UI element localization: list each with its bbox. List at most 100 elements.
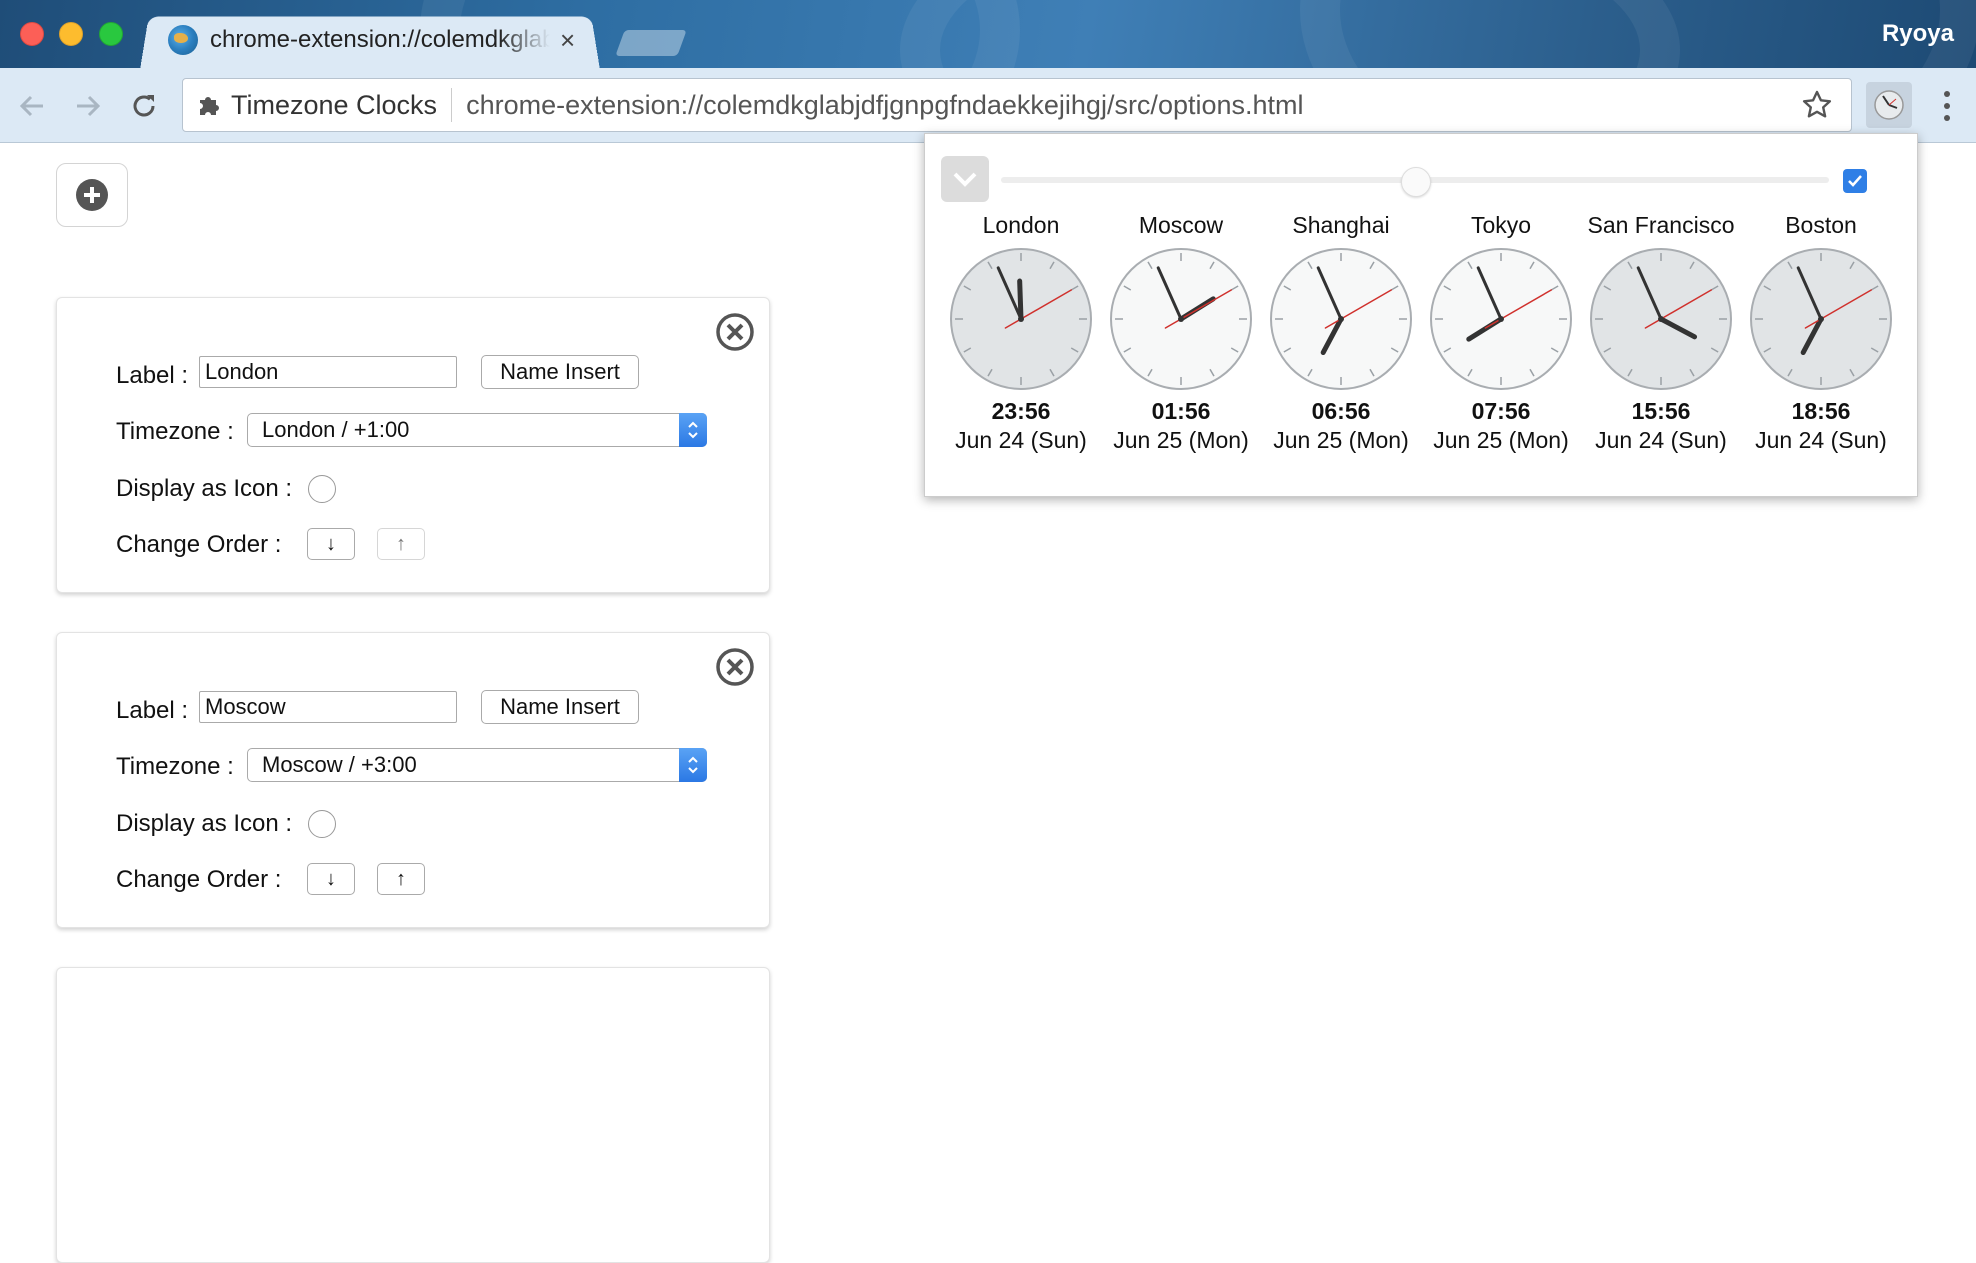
tab-title: chrome-extension://colemdkglabjdfjgnpgfn… — [210, 26, 550, 53]
display-as-icon-radio[interactable] — [308, 475, 336, 503]
url-text[interactable]: chrome-extension://colemdkglabjdfjgnpgfn… — [466, 90, 1303, 121]
analog-clock-icon — [1110, 248, 1252, 390]
label-input[interactable]: Moscow — [199, 691, 457, 723]
label-input[interactable]: London — [199, 356, 457, 388]
clock-item: Boston 18:56 Jun 24 (Sun) — [1741, 212, 1901, 454]
close-circle-icon — [716, 648, 754, 686]
timezone-select[interactable]: London / +1:00 — [247, 413, 707, 447]
display-as-icon-radio[interactable] — [308, 810, 336, 838]
forward-arrow-icon — [77, 95, 101, 117]
timezone-clocks-popup: London 23:56 Jun 24 (Sun) Moscow 01:56 Jun 25… — [924, 133, 1918, 497]
label-caption: Label : — [116, 697, 189, 724]
collapse-button[interactable] — [941, 156, 989, 202]
remove-clock-button[interactable] — [715, 647, 755, 687]
move-up-button[interactable]: ↑ — [377, 863, 425, 895]
clock-item: San Francisco 15:56 Jun 24 (Sun) — [1581, 212, 1741, 454]
browser-toolbar: Timezone Clocks chrome-extension://colem… — [0, 68, 1976, 143]
forward-button[interactable] — [68, 86, 108, 126]
clock-item: London 23:56 Jun 24 (Sun) — [941, 212, 1101, 454]
clock-list: London 23:56 Jun 24 (Sun) Moscow 01:56 Jun 25… — [941, 212, 1901, 454]
move-up-button[interactable]: ↑ — [377, 528, 425, 560]
display-icon-caption: Display as Icon : — [116, 810, 293, 837]
clock-item: Moscow 01:56 Jun 25 (Mon) — [1101, 212, 1261, 454]
clock-date: Jun 25 (Mon) — [1273, 427, 1409, 453]
label-caption: Label : — [116, 362, 189, 389]
globe-favicon — [168, 25, 198, 55]
window-close-button[interactable] — [20, 22, 44, 46]
more-menu-icon[interactable] — [1932, 86, 1962, 126]
puzzle-icon — [200, 97, 219, 115]
window-maximize-button[interactable] — [99, 22, 123, 46]
close-circle-icon — [716, 313, 754, 351]
timezone-clocks-extension-button[interactable] — [1866, 82, 1912, 128]
bookmark-star-button[interactable] — [1801, 89, 1833, 126]
extension-name: Timezone Clocks — [231, 89, 438, 120]
display-icon-caption: Display as Icon : — [116, 475, 293, 502]
move-down-button[interactable]: ↓ — [307, 528, 355, 560]
clock-date: Jun 25 (Mon) — [1113, 427, 1249, 453]
up-arrow-icon: ↑ — [396, 867, 406, 890]
clock-city-name: San Francisco — [1587, 212, 1735, 238]
up-arrow-icon: ↑ — [396, 532, 406, 555]
timezone-value: London / +1:00 — [262, 417, 410, 442]
clock-date: Jun 25 (Mon) — [1433, 427, 1569, 453]
clock-date: Jun 24 (Sun) — [1595, 427, 1727, 453]
checkmark-icon — [1848, 175, 1862, 187]
timezone-value: Moscow / +3:00 — [262, 752, 417, 777]
reload-button[interactable] — [124, 86, 164, 126]
updown-arrows-icon — [679, 748, 707, 782]
address-bar[interactable]: Timezone Clocks chrome-extension://colem… — [182, 78, 1852, 132]
clock-settings-card: Label : London Name Insert Timezone : Lo… — [56, 297, 770, 593]
down-arrow-icon: ↓ — [326, 532, 336, 555]
clock-time: 23:56 — [991, 398, 1051, 424]
clock-extension-icon — [1874, 90, 1904, 120]
analog-clock-icon — [1430, 248, 1572, 390]
star-icon — [1802, 90, 1832, 118]
timezone-select[interactable]: Moscow / +3:00 — [247, 748, 707, 782]
clock-date: Jun 24 (Sun) — [1755, 427, 1887, 453]
clock-time: 06:56 — [1311, 398, 1371, 424]
updown-arrows-icon — [679, 413, 707, 447]
analog-clock-icon — [1590, 248, 1732, 390]
clock-city-name: Boston — [1785, 212, 1857, 238]
chevron-down-icon — [953, 172, 977, 187]
analog-clock-icon — [950, 248, 1092, 390]
back-button[interactable] — [12, 86, 52, 126]
clock-item: Shanghai 06:56 Jun 25 (Mon) — [1261, 212, 1421, 454]
name-insert-button[interactable]: Name Insert — [481, 690, 639, 724]
clock-time: 15:56 — [1631, 398, 1691, 424]
clock-time: 01:56 — [1151, 398, 1211, 424]
clock-city-name: Moscow — [1138, 212, 1224, 238]
clock-city-name: Tokyo — [1470, 212, 1532, 238]
reload-icon — [133, 95, 155, 117]
window-title-bar: chrome-extension://colemdkglabjdfjgnpgfn… — [0, 0, 1976, 68]
timezone-caption: Timezone : — [116, 418, 234, 445]
new-tab-button[interactable] — [615, 30, 687, 56]
tab-close-icon[interactable]: × — [560, 27, 575, 53]
clock-settings-card — [56, 967, 770, 1263]
analog-clock-icon — [1750, 248, 1892, 390]
clock-time: 07:56 — [1471, 398, 1531, 424]
change-order-caption: Change Order : — [116, 531, 282, 558]
clock-settings-card: Label : Moscow Name Insert Timezone : Mo… — [56, 632, 770, 928]
move-down-button[interactable]: ↓ — [307, 863, 355, 895]
clock-city-name: London — [982, 212, 1060, 238]
add-icon — [76, 179, 108, 211]
clock-city-name: Shanghai — [1292, 212, 1390, 238]
extension-chip: Timezone Clocks — [183, 88, 453, 122]
browser-tab[interactable]: chrome-extension://colemdkglabjdfjgnpgfn… — [168, 20, 598, 60]
clock-time: 18:56 — [1791, 398, 1851, 424]
time-slider-thumb[interactable] — [1401, 167, 1431, 197]
sync-checkbox[interactable] — [1843, 169, 1867, 193]
change-order-caption: Change Order : — [116, 866, 282, 893]
timezone-caption: Timezone : — [116, 753, 234, 780]
clock-date: Jun 24 (Sun) — [955, 427, 1087, 453]
add-clock-button[interactable] — [56, 163, 128, 227]
window-minimize-button[interactable] — [59, 22, 83, 46]
remove-clock-button[interactable] — [715, 312, 755, 352]
down-arrow-icon: ↓ — [326, 867, 336, 890]
back-arrow-icon — [19, 95, 43, 117]
profile-name[interactable]: Ryoya — [1882, 20, 1954, 48]
name-insert-button[interactable]: Name Insert — [481, 355, 639, 389]
analog-clock-icon — [1270, 248, 1412, 390]
